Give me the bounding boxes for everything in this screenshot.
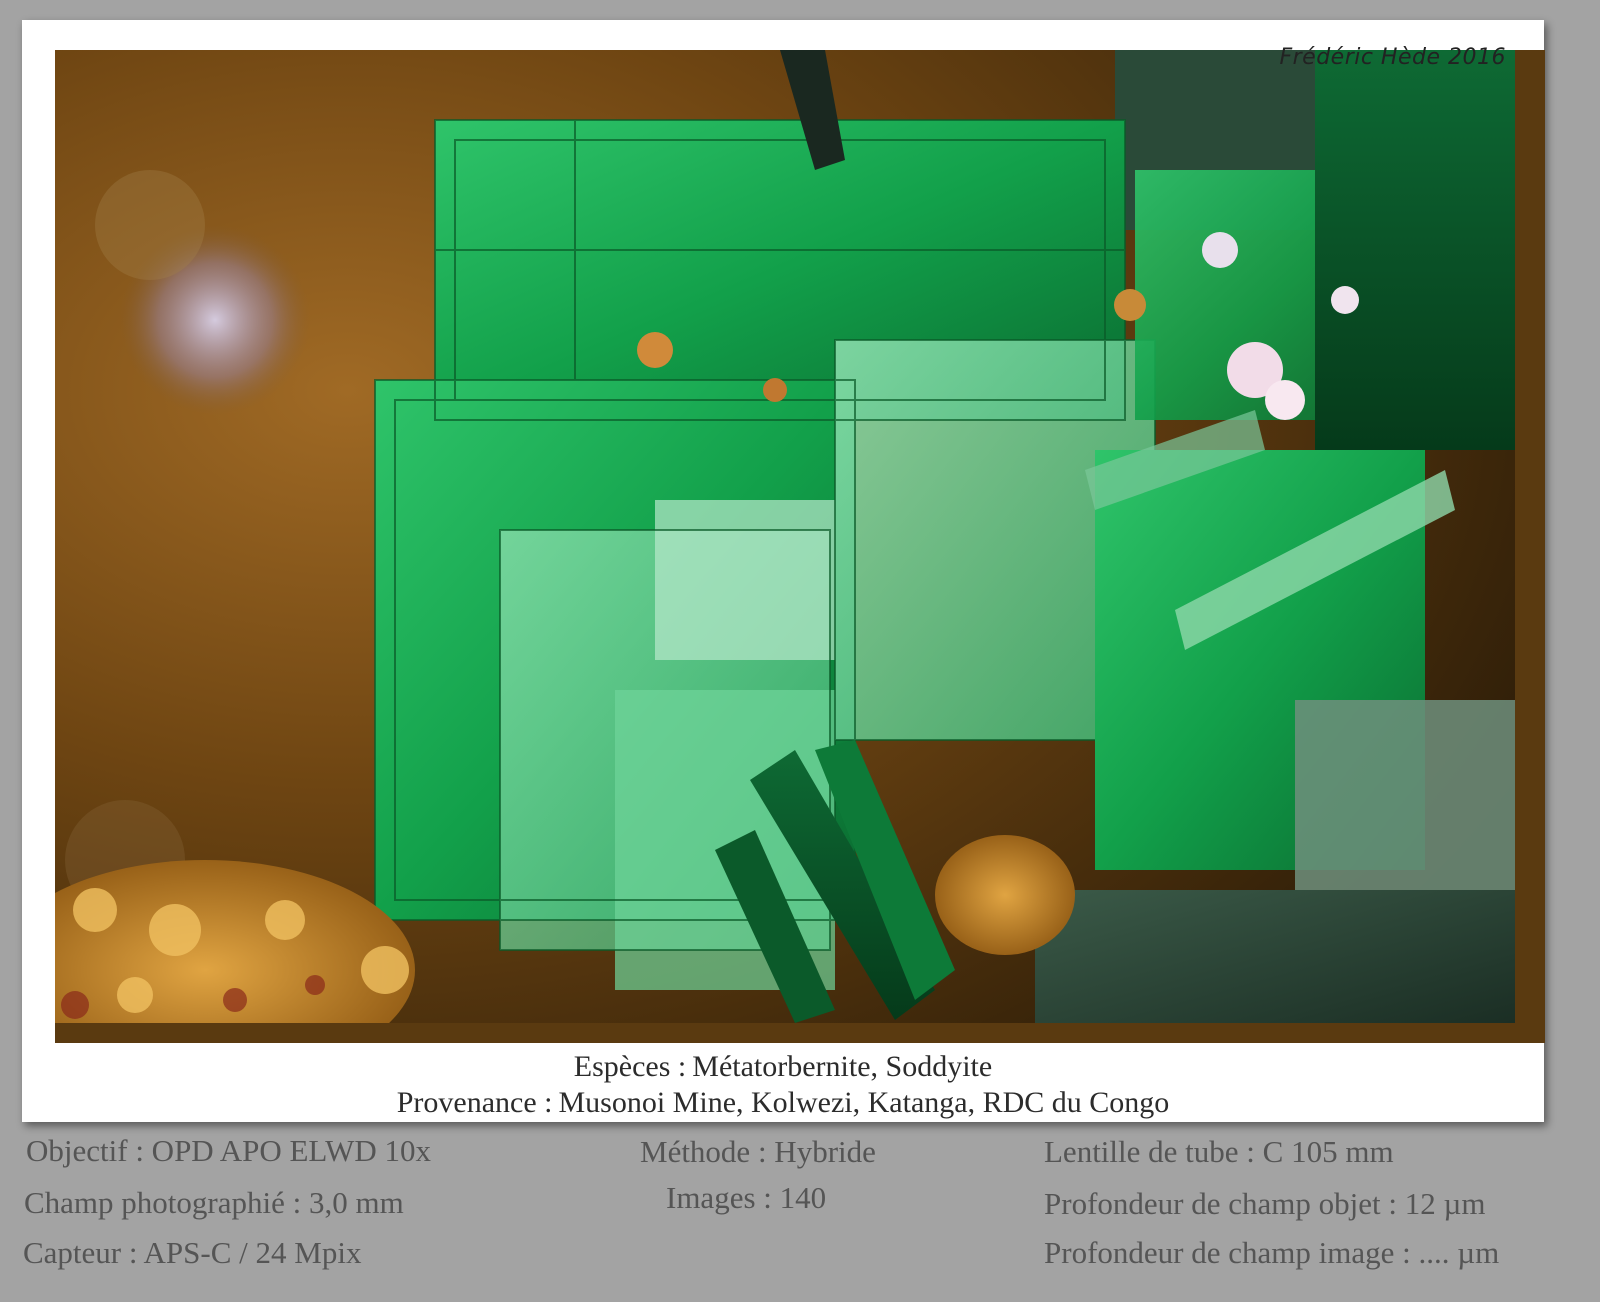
origin-value: Musonoi Mine, Kolwezi, Katanga, RDC du C… — [558, 1086, 1170, 1119]
origin-line: Provenance : Musonoi Mine, Kolwezi, Katan… — [22, 1086, 1544, 1120]
signature: Frédéric Hède 2016 — [1279, 45, 1506, 70]
species-line: Espèces : Métatorbernite, Soddyite — [22, 1050, 1544, 1084]
images-info: Images : 140 — [666, 1180, 827, 1215]
origin-label: Provenance : — [396, 1086, 553, 1119]
tube-lens-info: Lentille de tube : C 105 mm — [1044, 1134, 1394, 1169]
photo-frame: Frédéric Hède 2016 Espèces : Métatorberni… — [22, 20, 1545, 1122]
sensor-info: Capteur : APS-C / 24 Mpix — [23, 1235, 362, 1270]
dof-image-info: Profondeur de champ image : .... µm — [1044, 1235, 1500, 1270]
dof-object-info: Profondeur de champ objet : 12 µm — [1044, 1186, 1486, 1221]
species-value: Métatorbernite, Soddyite — [692, 1050, 993, 1083]
field-info: Champ photographié : 3,0 mm — [24, 1185, 404, 1220]
method-info: Méthode : Hybride — [640, 1134, 876, 1169]
mineral-photo — [55, 50, 1545, 1043]
species-label: Espèces : — [573, 1050, 687, 1083]
objective-info: Objectif : OPD APO ELWD 10x — [26, 1133, 431, 1168]
mineral-photo-artwork — [55, 50, 1515, 1023]
